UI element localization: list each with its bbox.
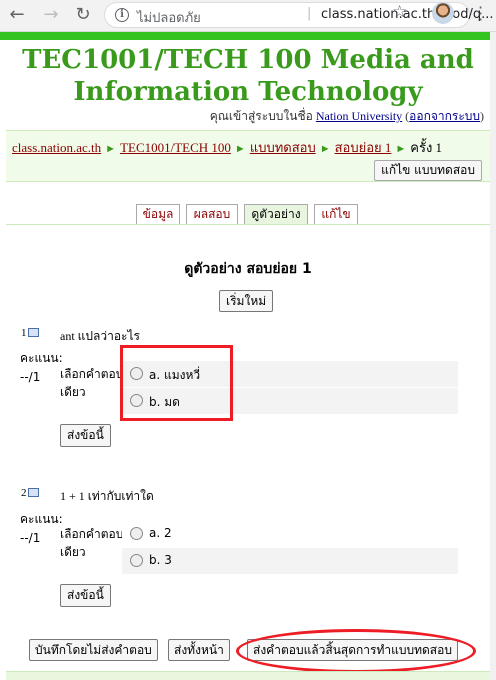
tab-edit[interactable]: แก้ไข (314, 204, 358, 225)
browser-toolbar: ← → ↻ i ไม่ปลอดภัย | class.nation.ac.th/… (0, 0, 496, 32)
user-profile-link[interactable]: Nation University (316, 109, 402, 123)
scrollbar[interactable] (490, 32, 496, 680)
tabs-divider (6, 224, 490, 225)
answer-option[interactable]: a. 2 (122, 521, 458, 547)
grade-label: คะแนน: (20, 512, 63, 526)
forward-arrow-icon[interactable]: → (40, 4, 62, 26)
annotation-highlight-oval (236, 629, 476, 673)
back-arrow-icon[interactable]: ← (6, 4, 28, 26)
tab-preview-label: ดูตัวอย่าง (251, 207, 301, 221)
breadcrumb-current: ครั้ง 1 (410, 140, 443, 155)
answer-radio[interactable] (130, 527, 143, 540)
tab-info[interactable]: ข้อมูล (136, 204, 180, 225)
grade-label: คะแนน: (20, 351, 63, 365)
question-number-text: 1 (21, 327, 27, 339)
course-title-line2: Information Technology (73, 77, 423, 107)
question-text: ant แปลว่าอะไร (60, 329, 140, 343)
course-title-line1: TEC1001/TECH 100 Media and (22, 45, 474, 75)
breadcrumb-separator: ► (234, 143, 246, 155)
reload-icon[interactable]: ↻ (72, 4, 94, 26)
tab-preview[interactable]: ดูตัวอย่าง (244, 204, 308, 225)
login-prefix: คุณเข้าสู่ระบบในชื่อ (209, 109, 313, 123)
header-accent-bar (0, 32, 490, 40)
answer-label: a. 2 (149, 526, 172, 540)
submit-question-button[interactable]: ส่งข้อนี้ (60, 424, 111, 447)
breadcrumb-course-link[interactable]: TEC1001/TECH 100 (120, 140, 231, 155)
profile-avatar[interactable] (432, 2, 454, 24)
answer-prompt-cont: เดียว (60, 385, 86, 399)
tab-edit-label[interactable]: แก้ไข (321, 207, 350, 221)
url-text[interactable]: class.nation.ac.th/mod/q... (321, 7, 494, 22)
omnibox-separator: | (307, 6, 312, 21)
annotation-highlight-box (120, 345, 233, 421)
breadcrumb-quiz-link[interactable]: สอบย่อย 1 (335, 140, 392, 155)
question-number: 1 (21, 327, 39, 339)
breadcrumb-separator: ► (319, 143, 331, 155)
question-number-text: 2 (21, 487, 27, 499)
login-info: คุณเข้าสู่ระบบในชื่อ Nation University (… (209, 109, 484, 123)
restart-button[interactable]: เริ่มใหม่ (219, 290, 274, 312)
grade-value: --/1 (20, 531, 41, 545)
breadcrumb-site-link[interactable]: class.nation.ac.th (12, 140, 101, 155)
navigation-bar: class.nation.ac.th ► TEC1001/TECH 100 ► แบบท… (6, 130, 490, 182)
address-bar[interactable]: i ไม่ปลอดภัย | class.nation.ac.th/mod/q.… (104, 2, 494, 28)
submit-question-button[interactable]: ส่งข้อนี้ (60, 584, 111, 607)
question-text: 1 + 1 เท่ากับเท่าใด (60, 489, 154, 503)
info-icon[interactable]: i (115, 8, 129, 22)
breadcrumb: class.nation.ac.th ► TEC1001/TECH 100 ► แบบท… (12, 137, 442, 158)
security-label: ไม่ปลอดภัย (137, 11, 201, 26)
breadcrumb-quizzes-link[interactable]: แบบทดสอบ (250, 140, 316, 155)
question-number: 2 (21, 487, 39, 499)
answer-option[interactable]: b. 3 (122, 548, 458, 574)
tab-info-label[interactable]: ข้อมูล (143, 207, 174, 221)
answer-label: b. 3 (149, 553, 172, 567)
grade-value: --/1 (20, 370, 41, 384)
tab-results[interactable]: ผลสอบ (186, 204, 238, 225)
footer-bar (6, 671, 490, 680)
answer-prompt: เลือกคำตอบ (60, 367, 124, 381)
answer-prompt: เลือกคำตอบ (60, 527, 124, 541)
breadcrumb-separator: ► (395, 143, 407, 155)
edit-question-icon[interactable] (27, 328, 39, 337)
breadcrumb-separator: ► (105, 143, 117, 155)
logout-link[interactable]: ออกจากระบบ (409, 109, 480, 123)
submit-page-button[interactable]: ส่งทั้งหน้า (168, 639, 230, 661)
course-title: TEC1001/TECH 100 Media and Information T… (0, 44, 496, 108)
edit-quiz-button[interactable]: แก้ไข แบบทดสอบ (374, 160, 482, 181)
page-title: ดูตัวอย่าง สอบย่อย 1 (184, 261, 312, 277)
edit-question-icon[interactable] (27, 488, 39, 497)
answer-prompt-cont: เดียว (60, 545, 86, 559)
browser-menu-icon[interactable]: · · · (478, 0, 483, 28)
answer-radio[interactable] (130, 554, 143, 567)
save-without-submit-button[interactable]: บันทึกโดยไม่ส่งคำตอบ (29, 639, 158, 661)
bookmark-star-icon[interactable]: ☆ (392, 2, 407, 22)
tab-results-label[interactable]: ผลสอบ (194, 207, 231, 221)
